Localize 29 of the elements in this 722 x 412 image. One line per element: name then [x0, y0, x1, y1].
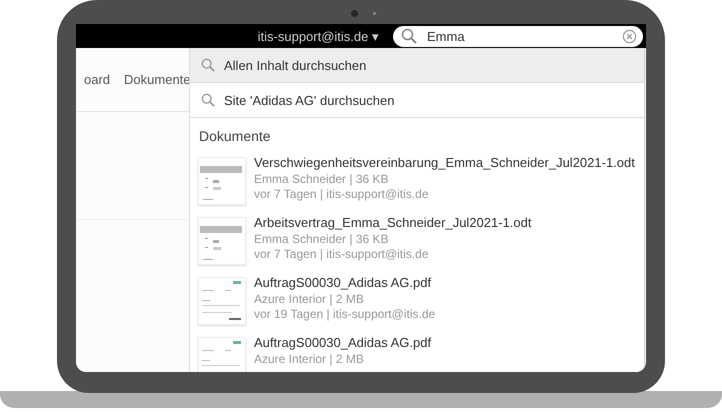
search-icon: [201, 58, 215, 72]
search-icon: [201, 93, 215, 107]
document-thumbnail: [198, 157, 246, 205]
nav-link[interactable]: Dokumente: [124, 72, 191, 87]
user-menu[interactable]: itis-support@itis.de ▾: [258, 28, 379, 44]
section-heading: Dokumente: [198, 127, 272, 146]
document-meta: Azure Interior | 2 MB: [254, 352, 365, 367]
search-icon: [401, 28, 417, 44]
document-meta: vor 7 Tagen | itis-support@itis.de: [254, 187, 430, 202]
document-thumbnail: [198, 217, 246, 265]
search-field[interactable]: Emma: [393, 26, 643, 46]
option-label: Site 'Adidas AG' durchsuchen: [224, 92, 394, 108]
document-title[interactable]: AuftragS00030_Adidas AG.pdf: [254, 334, 432, 352]
document-meta: Azure Interior | 2 MB: [254, 292, 365, 307]
nav-link[interactable]: oard: [84, 72, 110, 87]
document-title[interactable]: AuftragS00030_Adidas AG.pdf: [254, 274, 436, 292]
document-thumbnail: [198, 277, 246, 325]
document-meta: vor 7 Tagen | itis-support@itis.de: [254, 247, 430, 262]
search-input[interactable]: Emma: [427, 28, 612, 44]
camera-dot: [351, 10, 358, 17]
search-option[interactable]: Allen Inhalt durchsuchen: [190, 48, 644, 83]
document-meta: vor 19 Tagen | itis-support@itis.de: [254, 307, 436, 322]
option-label: Allen Inhalt durchsuchen: [224, 58, 366, 72]
sensor-dot: [373, 12, 376, 15]
clear-icon[interactable]: [622, 28, 637, 44]
document-title[interactable]: Arbeitsvertrag_Emma_Schneider_Jul2021-1.odt: [254, 214, 532, 232]
document-meta: Emma Schneider | 36 KB: [254, 232, 390, 247]
document-title[interactable]: Verschwiegenheitsvereinbarung_Emma_Schneider_Jul2021-1.odt: [254, 154, 635, 172]
document-meta: Emma Schneider | 36 KB: [254, 172, 390, 187]
